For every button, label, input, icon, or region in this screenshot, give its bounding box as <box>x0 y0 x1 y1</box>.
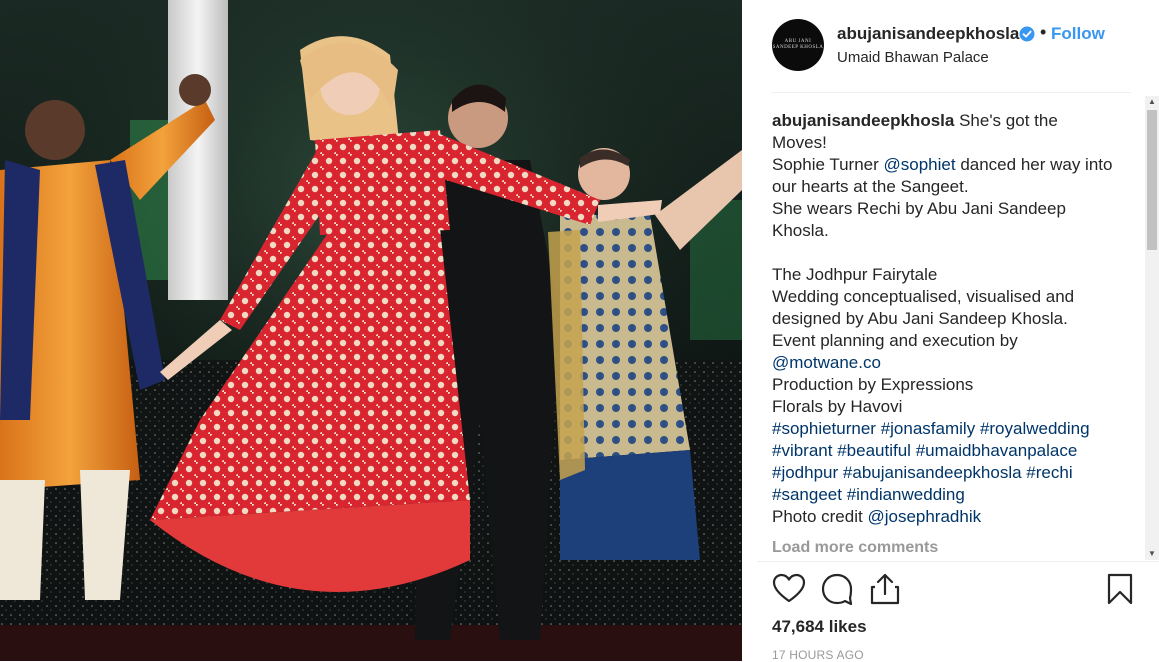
post-side-panel: ABU JANI SANDEEP KHOSLA abujanisandeepkh… <box>742 0 1159 662</box>
likes-count[interactable]: 47,684 likes <box>772 617 867 637</box>
hashtag-list: #sophieturner #jonasfamily #royalwedding… <box>772 418 1117 506</box>
header-separator: • <box>1040 22 1047 42</box>
comment-icon[interactable] <box>820 572 854 606</box>
dance-scene-illustration <box>0 0 742 661</box>
hashtag-link[interactable]: #jodhpur <box>772 463 838 482</box>
scroll-down-arrow-icon[interactable]: ▼ <box>1145 548 1159 560</box>
hashtag-link[interactable]: #indianwedding <box>847 485 965 504</box>
caption-text: Production by Expressions <box>772 375 974 394</box>
mention-link[interactable]: @motwane.co <box>772 353 881 372</box>
hashtag-link[interactable]: #vibrant <box>772 441 832 460</box>
hashtag-link[interactable]: #abujanisandeepkhosla <box>843 463 1022 482</box>
mention-link[interactable]: @josephradhik <box>867 507 981 526</box>
post-header: ABU JANI SANDEEP KHOSLA abujanisandeepkh… <box>742 0 1159 92</box>
share-icon[interactable] <box>868 572 902 606</box>
instagram-post: ABU JANI SANDEEP KHOSLA abujanisandeepkh… <box>0 0 1159 662</box>
hashtag-link[interactable]: #jonasfamily <box>881 419 976 438</box>
caption-text: Photo credit <box>772 507 868 526</box>
caption: abujanisandeepkhosla She's got the Moves… <box>772 110 1117 528</box>
caption-text: Sophie Turner <box>772 155 884 174</box>
avatar[interactable]: ABU JANI SANDEEP KHOSLA <box>772 19 824 71</box>
divider <box>757 561 1159 562</box>
hashtag-link[interactable]: #beautiful <box>837 441 911 460</box>
scroll-up-arrow-icon[interactable]: ▲ <box>1145 96 1159 108</box>
hashtag-link[interactable]: #sangeet <box>772 485 842 504</box>
verified-badge-icon <box>1019 26 1035 42</box>
caption-text: She wears Rechi by Abu Jani Sandeep Khos… <box>772 199 1066 240</box>
caption-text: Wedding conceptualised, visualised and d… <box>772 287 1075 328</box>
hashtag-link[interactable]: #umaidbhavanpalace <box>916 441 1078 460</box>
avatar-text: ABU JANI SANDEEP KHOSLA <box>772 39 824 50</box>
hashtag-link[interactable]: #royalwedding <box>980 419 1090 438</box>
caption-text: The Jodhpur Fairytale <box>772 265 938 284</box>
post-photo[interactable] <box>0 0 742 661</box>
caption-text: Event planning and execution by <box>772 331 1018 350</box>
caption-text: Florals by Havovi <box>772 397 903 416</box>
caption-username[interactable]: abujanisandeepkhosla <box>772 111 954 130</box>
action-bar <box>742 568 1159 616</box>
post-timestamp[interactable]: 17 HOURS AGO <box>772 648 864 662</box>
scrollbar-thumb[interactable] <box>1147 110 1157 250</box>
hashtag-link[interactable]: #rechi <box>1026 463 1072 482</box>
location-link[interactable]: Umaid Bhawan Palace <box>837 49 989 66</box>
divider <box>771 92 1131 93</box>
hashtag-link[interactable]: #sophieturner <box>772 419 876 438</box>
username-link[interactable]: abujanisandeepkhosla <box>837 24 1019 44</box>
comments-scrollbar[interactable]: ▲ ▼ <box>1145 96 1159 560</box>
load-more-comments-button[interactable]: Load more comments <box>772 539 938 557</box>
heart-icon[interactable] <box>772 572 806 606</box>
bookmark-icon[interactable] <box>1103 572 1137 606</box>
follow-button[interactable]: Follow <box>1051 24 1105 44</box>
mention-link[interactable]: @sophiet <box>884 155 956 174</box>
